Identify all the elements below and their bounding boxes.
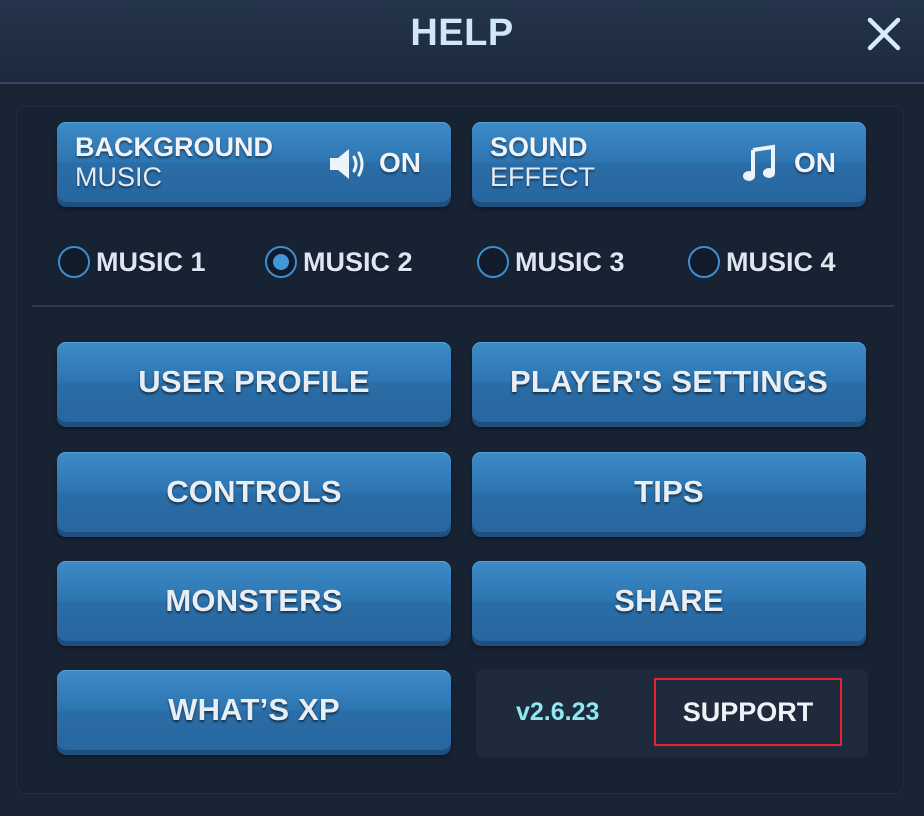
monsters-label: MONSTERS	[165, 583, 343, 618]
controls-label: CONTROLS	[166, 474, 342, 509]
music-1-label: MUSIC 1	[96, 246, 206, 277]
music-note-icon	[743, 144, 775, 181]
music-4-option[interactable]: MUSIC 4	[688, 244, 836, 280]
sound-effect-sublabel: EFFECT	[490, 162, 595, 192]
music-3-label: MUSIC 3	[515, 246, 625, 277]
support-button[interactable]: SUPPORT	[654, 678, 842, 746]
close-icon	[867, 17, 901, 51]
tips-button[interactable]: TIPS	[472, 452, 866, 532]
monsters-button[interactable]: MONSTERS	[57, 561, 451, 641]
user-profile-label: USER PROFILE	[138, 364, 370, 399]
radio-checked-icon	[265, 246, 297, 278]
radio-unchecked-icon	[58, 246, 90, 278]
radio-unchecked-icon	[477, 246, 509, 278]
section-divider	[32, 305, 894, 307]
radio-unchecked-icon	[688, 246, 720, 278]
background-music-sublabel: MUSIC	[75, 162, 162, 192]
page-title: HELP	[410, 12, 514, 54]
background-music-state: ON	[379, 147, 421, 178]
sound-effect-state: ON	[794, 147, 836, 178]
sound-effect-toggle[interactable]: SOUND EFFECT ON	[472, 122, 866, 202]
user-profile-button[interactable]: USER PROFILE	[57, 342, 451, 422]
header-bar: HELP	[0, 0, 924, 84]
share-button[interactable]: SHARE	[472, 561, 866, 641]
version-text: v2.6.23	[516, 698, 600, 726]
background-music-toggle[interactable]: BACKGROUND MUSIC ON	[57, 122, 451, 202]
whats-xp-label: WHAT’S XP	[168, 692, 340, 727]
tips-label: TIPS	[634, 474, 704, 509]
sound-effect-label: SOUND	[490, 132, 588, 162]
players-settings-button[interactable]: PLAYER'S SETTINGS	[472, 342, 866, 422]
speaker-icon	[330, 149, 364, 179]
players-settings-label: PLAYER'S SETTINGS	[510, 364, 828, 399]
share-label: SHARE	[614, 583, 724, 618]
music-4-label: MUSIC 4	[726, 246, 836, 277]
music-1-option[interactable]: MUSIC 1	[58, 244, 206, 280]
background-music-label: BACKGROUND	[75, 132, 273, 162]
music-3-option[interactable]: MUSIC 3	[477, 244, 625, 280]
music-2-label: MUSIC 2	[303, 246, 413, 277]
close-button[interactable]	[864, 14, 904, 54]
whats-xp-button[interactable]: WHAT’S XP	[57, 670, 451, 750]
controls-button[interactable]: CONTROLS	[57, 452, 451, 532]
music-2-option[interactable]: MUSIC 2	[265, 244, 413, 280]
